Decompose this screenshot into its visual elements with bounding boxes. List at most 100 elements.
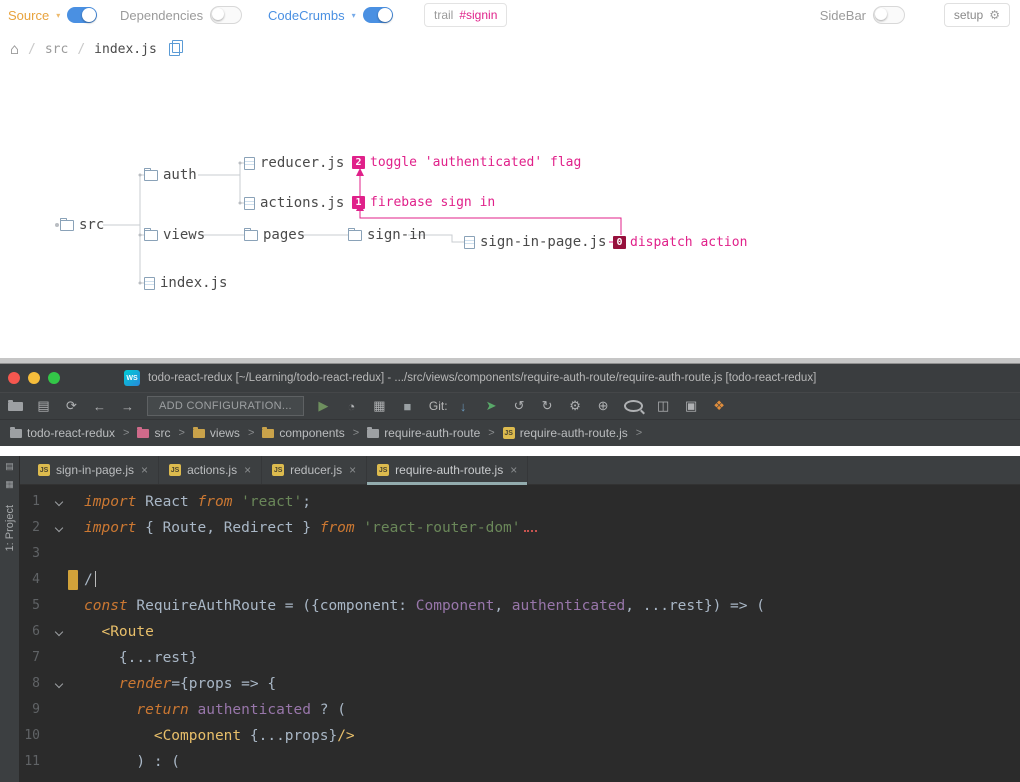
line-number[interactable]: 4 [20, 567, 40, 593]
breadcrumb-label: components [279, 426, 345, 440]
codecrumbs-label[interactable]: CodeCrumbs [268, 8, 345, 23]
layout-icon[interactable]: ◫ [656, 398, 671, 414]
gear-icon [989, 8, 1000, 22]
trail-step-badge[interactable]: 0 [613, 236, 626, 249]
setup-label: setup [953, 8, 984, 22]
line-number[interactable]: 10 [20, 723, 40, 749]
coverage-icon[interactable]: ▦ [372, 398, 387, 414]
tree-node-label: src [79, 217, 105, 233]
structure-icon[interactable] [5, 479, 15, 489]
settings-icon[interactable]: ⚙ [568, 398, 583, 414]
file-icon [244, 196, 255, 210]
history-forward-icon[interactable]: ↻ [540, 398, 555, 414]
editor-tab[interactable]: JS sign-in-page.js × [28, 456, 160, 484]
home-icon[interactable] [10, 40, 19, 58]
project-tool-window-tab[interactable]: 1: Project [4, 505, 16, 551]
forward-icon[interactable]: → [120, 399, 135, 414]
copy-icon[interactable] [168, 39, 183, 56]
source-toggle[interactable] [67, 7, 98, 23]
close-tab-icon[interactable]: × [141, 463, 148, 477]
sync-icon[interactable]: ⟳ [64, 398, 79, 414]
breadcrumb-item[interactable]: components [262, 426, 345, 440]
tree-node-actionsjs[interactable]: actions.js [244, 195, 344, 211]
line-number[interactable]: 5 [20, 593, 40, 619]
line-number[interactable]: 1 [20, 489, 40, 515]
ide-toolbar: ▤ ⟳ ← → ADD CONFIGURATION... ▶ ◔ ▦ ■ Git: ↓ ➤ ↺ ↻… [0, 392, 1020, 419]
fold-arrow-icon[interactable] [54, 523, 64, 533]
close-tab-icon[interactable]: × [349, 463, 356, 477]
js-file-icon: JS [38, 464, 50, 476]
push-icon[interactable]: ➤ [484, 398, 499, 414]
dependencies-label[interactable]: Dependencies [120, 8, 203, 23]
source-root-icon [137, 426, 150, 438]
tree-node-indexjs[interactable]: index.js [144, 275, 227, 291]
trail-step-label[interactable]: toggle 'authenticated' flag [370, 156, 581, 170]
close-tab-icon[interactable]: × [244, 463, 251, 477]
trail-step-label[interactable]: dispatch action [630, 236, 747, 250]
gutter-fold-zone [40, 541, 78, 567]
fold-arrow-icon[interactable] [54, 627, 64, 637]
tree-node-reducerjs[interactable]: reducer.js [244, 155, 344, 171]
tree-node-signinpagejs[interactable]: sign-in-page.js [464, 234, 606, 250]
code-text: / [78, 567, 96, 593]
tree-node-src[interactable]: src [60, 217, 104, 233]
breadcrumb-indexjs[interactable]: index.js [94, 42, 157, 57]
breadcrumb-item[interactable]: JS require-auth-route.js [502, 426, 628, 440]
tree-node-pages[interactable]: pages [244, 227, 305, 243]
update-project-icon[interactable]: ↓ [456, 399, 471, 414]
zoom-window-button[interactable] [48, 372, 60, 384]
codecrumbs-toggle[interactable] [362, 7, 393, 23]
stop-icon[interactable]: ■ [400, 399, 415, 414]
dependencies-toggle[interactable] [210, 6, 243, 24]
windows-icon[interactable]: ▣ [684, 398, 699, 414]
trail-step-badge[interactable]: 1 [352, 196, 365, 209]
plugins-icon[interactable]: ⊕ [596, 398, 611, 414]
line-number[interactable]: 3 [20, 541, 40, 567]
search-everywhere-icon[interactable] [623, 400, 643, 412]
trail-step-label[interactable]: firebase sign in [370, 196, 495, 210]
editor-tab[interactable]: JS reducer.js × [262, 456, 368, 484]
tree-node-label: auth [163, 167, 197, 183]
code-line: 2 import { Route, Redirect } from 'react-… [20, 515, 1020, 541]
chevron-right-icon: > [488, 427, 495, 439]
editor-tab[interactable]: JS actions.js × [159, 456, 263, 484]
open-folder-icon[interactable] [8, 399, 23, 411]
tree-node-signin[interactable]: sign-in [348, 227, 426, 243]
trail-chip[interactable]: trail #signin [424, 3, 508, 27]
sidebar-toggle[interactable] [873, 6, 905, 24]
tree-node-auth[interactable]: auth [144, 167, 197, 183]
tool-window-icon[interactable] [5, 461, 15, 471]
code-text: import { Route, Redirect } from 'react-r… [78, 515, 537, 541]
minimize-window-button[interactable] [28, 372, 40, 384]
extensions-icon[interactable]: ❖ [712, 398, 727, 414]
trail-step-badge[interactable]: 2 [352, 156, 365, 169]
close-window-button[interactable] [8, 372, 20, 384]
source-label[interactable]: Source [8, 8, 49, 23]
setup-button[interactable]: setup [943, 3, 1010, 27]
sidebar-label[interactable]: SideBar [820, 8, 866, 23]
back-icon[interactable]: ← [92, 399, 107, 414]
line-number[interactable]: 11 [20, 749, 40, 775]
line-number[interactable]: 6 [20, 619, 40, 645]
breadcrumb-item[interactable]: require-auth-route [367, 426, 480, 440]
fold-arrow-icon[interactable] [54, 497, 64, 507]
line-number[interactable]: 9 [20, 697, 40, 723]
run-configuration-dropdown[interactable]: ADD CONFIGURATION... [147, 396, 304, 416]
breadcrumb-src[interactable]: src [45, 42, 68, 57]
tree-node-views[interactable]: views [144, 227, 205, 243]
breadcrumb-item[interactable]: views [192, 426, 240, 440]
code-editor[interactable]: 1 import React from 'react'; 2 import { Rou… [20, 485, 1020, 782]
run-icon[interactable]: ▶ [316, 398, 331, 414]
fold-arrow-icon[interactable] [54, 679, 64, 689]
breadcrumb-item[interactable]: todo-react-redux [10, 426, 115, 440]
close-tab-icon[interactable]: × [510, 463, 517, 477]
line-number[interactable]: 7 [20, 645, 40, 671]
line-number[interactable]: 2 [20, 515, 40, 541]
save-icon[interactable]: ▤ [36, 398, 51, 414]
line-number[interactable]: 8 [20, 671, 40, 697]
profiler-icon[interactable]: ◔ [344, 399, 359, 414]
history-back-icon[interactable]: ↺ [512, 398, 527, 414]
editor-tab[interactable]: JS require-auth-route.js × [367, 456, 529, 485]
folder-icon [10, 426, 22, 438]
breadcrumb-item[interactable]: src [137, 426, 170, 440]
